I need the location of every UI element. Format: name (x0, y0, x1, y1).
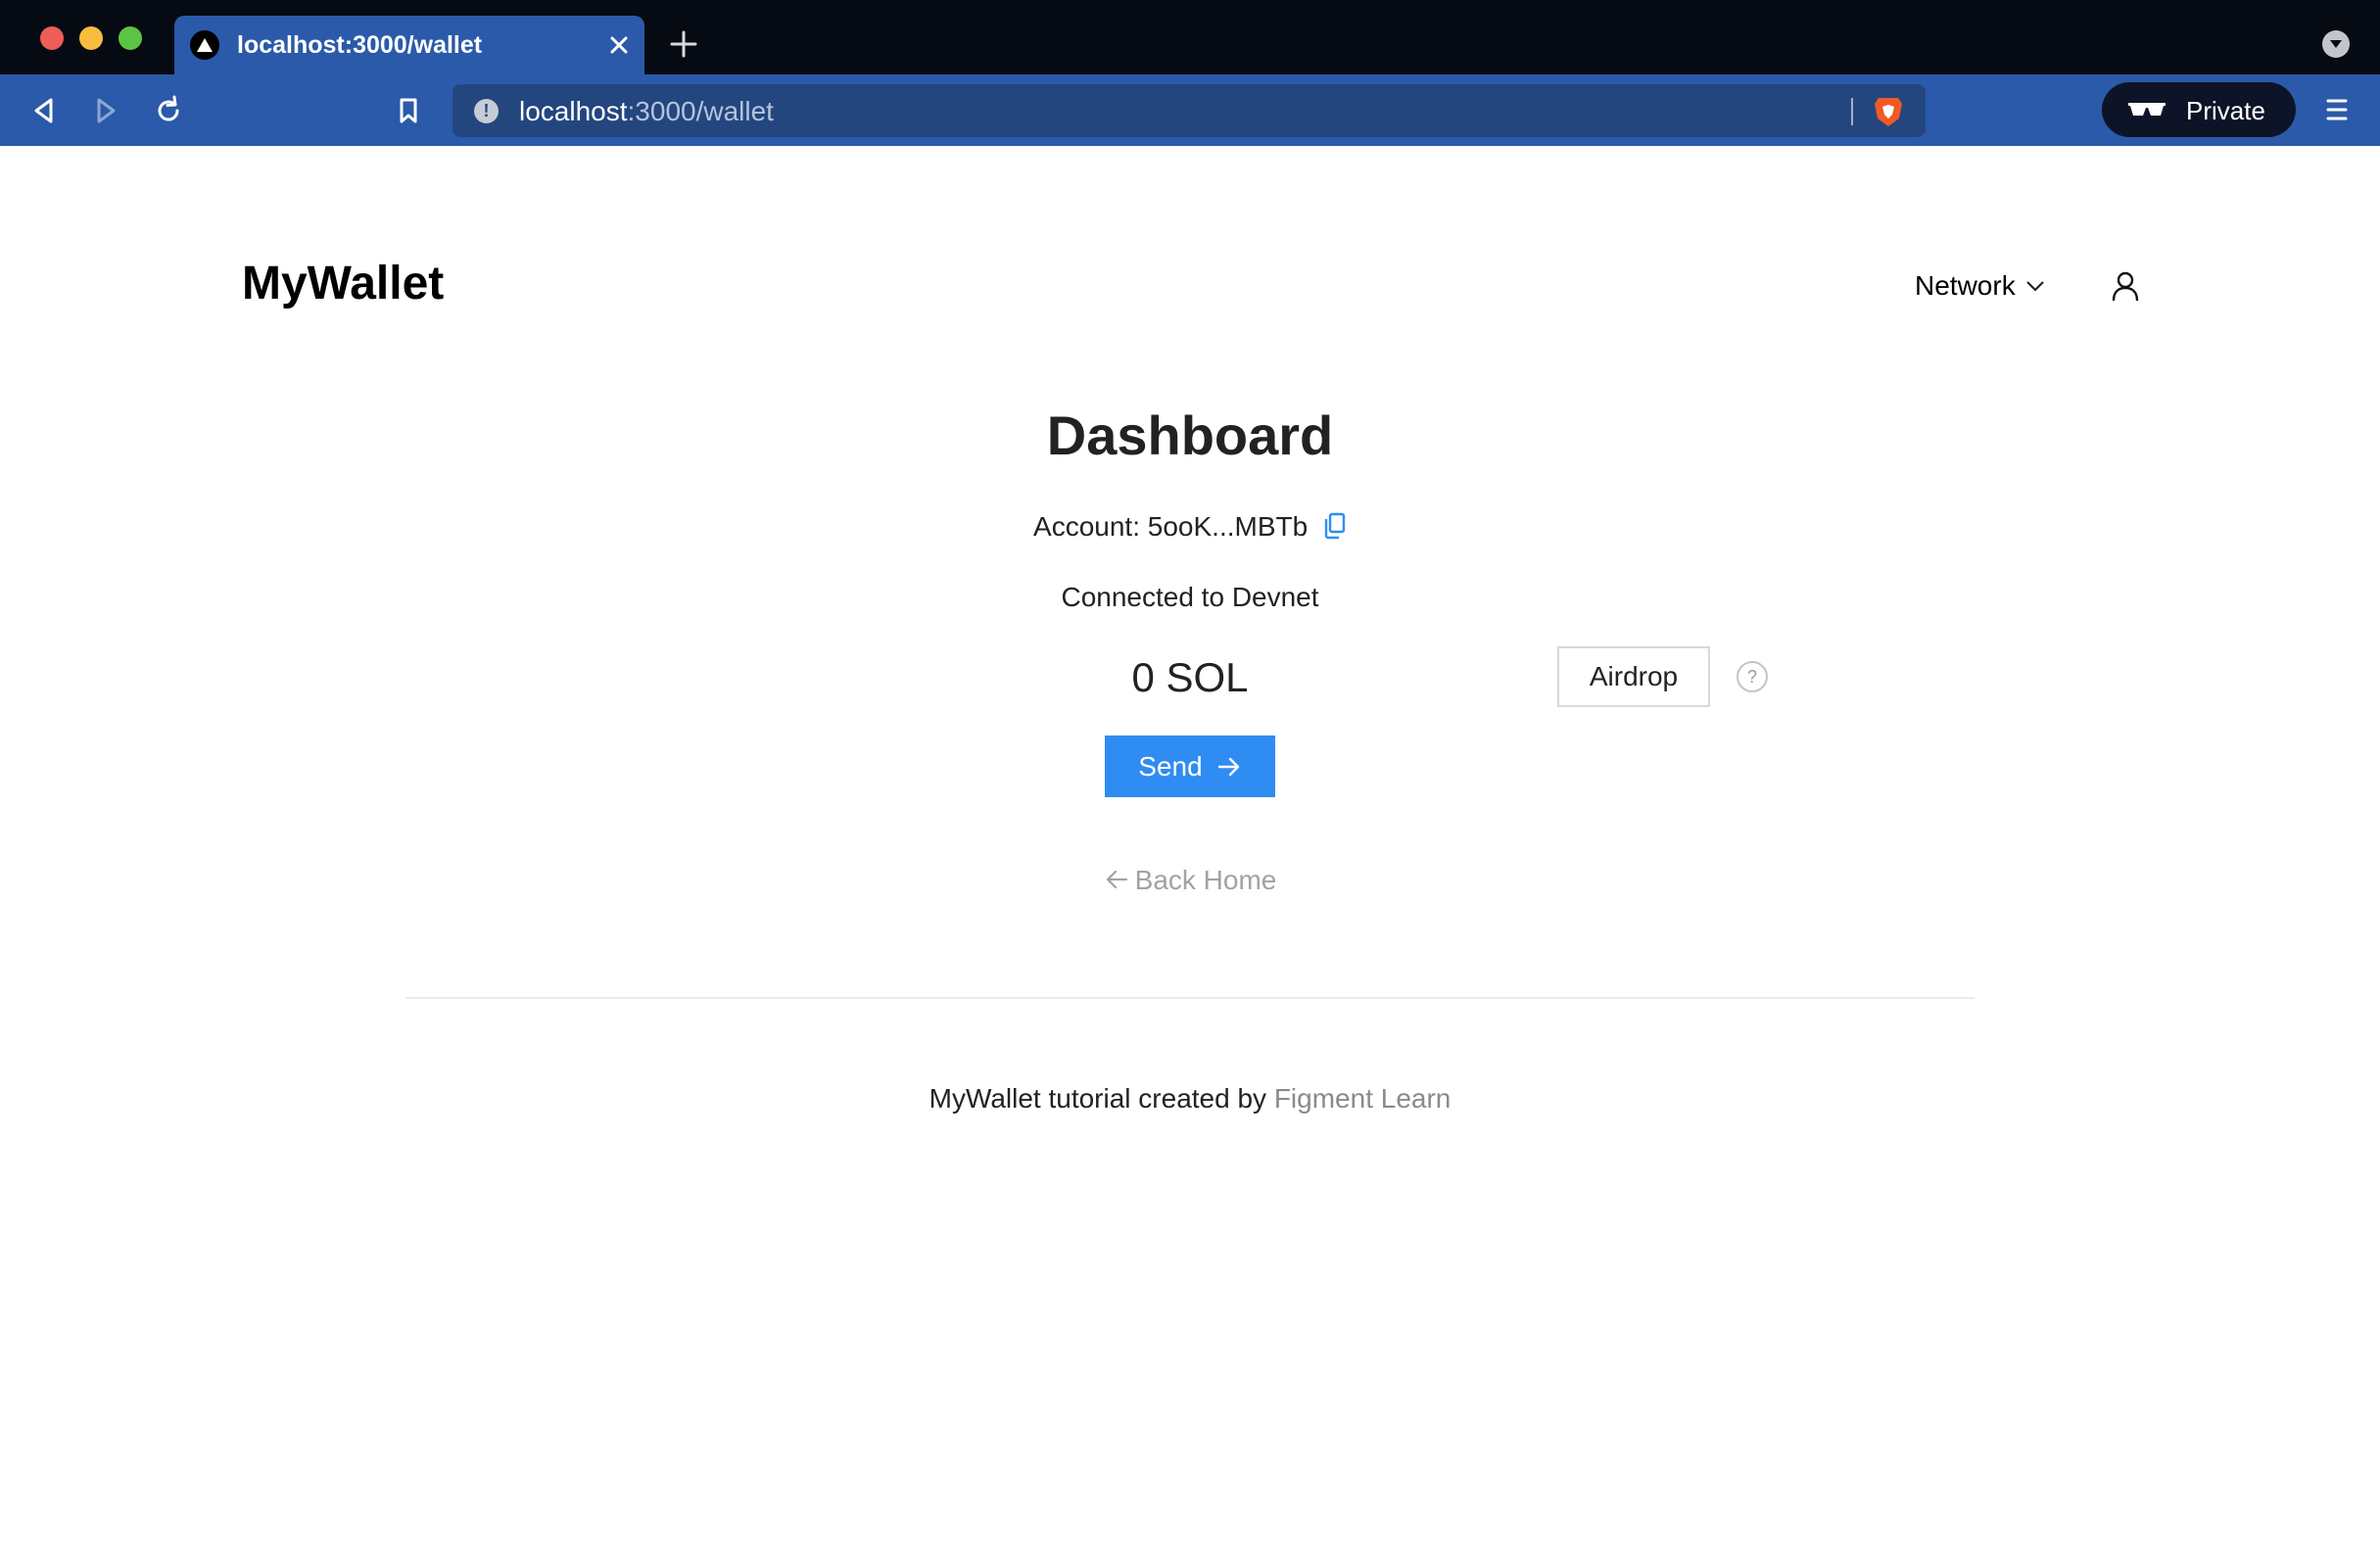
tab-title: localhost:3000/wallet (237, 31, 483, 59)
figment-learn-link[interactable]: Figment Learn (1274, 1083, 1452, 1114)
user-icon[interactable] (2111, 270, 2140, 302)
site-info-icon[interactable]: ! (474, 99, 499, 123)
address-bar-divider (1851, 98, 1853, 125)
browser-titlebar: localhost:3000/wallet (0, 0, 2380, 74)
page-title: Dashboard (1046, 404, 1334, 466)
private-glasses-icon (2128, 103, 2166, 116)
tab-list-menu-icon[interactable] (2322, 30, 2350, 58)
menu-icon[interactable] (2325, 96, 2349, 123)
arrow-left-icon (1106, 870, 1127, 889)
network-status: Connected to Devnet (1061, 582, 1319, 612)
arrow-right-icon (1217, 757, 1239, 776)
question-circle-icon[interactable]: ? (1737, 661, 1768, 692)
back-icon[interactable] (27, 94, 61, 127)
footer-text: MyWallet tutorial created by (928, 1083, 1267, 1114)
airdrop-label: Airdrop (1589, 661, 1679, 691)
back-home-label: Back Home (1134, 865, 1277, 895)
browser-tab-active[interactable]: localhost:3000/wallet (174, 16, 644, 74)
private-window-badge[interactable]: Private (2102, 82, 2296, 137)
tab-close-icon[interactable] (607, 33, 631, 57)
address-bar[interactable]: ! localhost:3000/wallet (452, 84, 1926, 137)
footer: MyWallet tutorial created by Figment Lea… (0, 1083, 2380, 1114)
network-label: Network (1915, 270, 2016, 301)
vercel-favicon-icon (190, 30, 219, 60)
minimize-window-button[interactable] (79, 26, 103, 50)
account-address: 5ooK...MBTb (1147, 511, 1309, 542)
bookmark-icon[interactable] (392, 94, 425, 127)
reload-icon[interactable] (152, 94, 185, 127)
footer-divider (405, 997, 1975, 999)
maximize-window-button[interactable] (119, 26, 142, 50)
balance-value: 0 SOL (1131, 654, 1249, 700)
forward-icon[interactable] (89, 94, 122, 127)
copy-icon[interactable] (1323, 512, 1347, 540)
close-window-button[interactable] (40, 26, 64, 50)
send-label: Send (1138, 750, 1203, 782)
app-logo[interactable]: MyWallet (242, 257, 444, 310)
airdrop-button[interactable]: Airdrop (1557, 646, 1710, 707)
private-label: Private (2186, 96, 2265, 125)
url-text[interactable]: localhost:3000/wallet (519, 96, 774, 127)
back-home-link[interactable]: Back Home (0, 865, 2380, 896)
brave-shields-icon[interactable] (1873, 95, 1904, 128)
chevron-down-icon (2025, 281, 2044, 292)
new-tab-icon[interactable] (669, 29, 698, 59)
network-dropdown[interactable]: Network (1915, 270, 2045, 302)
send-button[interactable]: Send (1105, 735, 1275, 797)
browser-toolbar: ! localhost:3000/wallet Private (0, 74, 2380, 146)
account-row: Account: 5ooK...MBTb (0, 511, 2380, 543)
account-label: Account: (1033, 511, 1140, 542)
